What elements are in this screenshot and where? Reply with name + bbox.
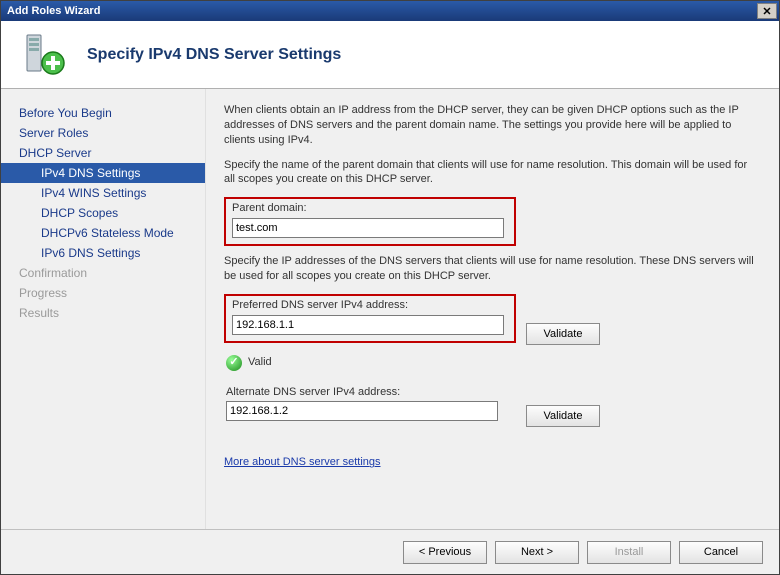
preferred-dns-label: Preferred DNS server IPv4 address: <box>232 298 508 313</box>
window-title: Add Roles Wizard <box>7 5 100 17</box>
validate-alternate-button[interactable]: Validate <box>526 405 600 427</box>
content-pane: When clients obtain an IP address from t… <box>206 89 779 529</box>
parent-domain-label: Parent domain: <box>232 201 508 216</box>
nav-item-ipv6-dns-settings[interactable]: IPv6 DNS Settings <box>1 243 205 263</box>
preferred-dns-group: Preferred DNS server IPv4 address: <box>224 294 516 343</box>
dns-paragraph: Specify the IP addresses of the DNS serv… <box>224 254 761 284</box>
server-icon <box>21 31 69 79</box>
validate-preferred-button[interactable]: Validate <box>526 323 600 345</box>
alternate-dns-label: Alternate DNS server IPv4 address: <box>226 385 510 400</box>
sidebar-nav: Before You BeginServer RolesDHCP ServerI… <box>1 89 206 529</box>
footer-buttons: < Previous Next > Install Cancel <box>1 529 779 574</box>
intro-paragraph-1: When clients obtain an IP address from t… <box>224 103 761 148</box>
alternate-dns-group: Alternate DNS server IPv4 address: <box>224 383 516 428</box>
alternate-dns-input[interactable] <box>226 401 498 421</box>
cancel-button[interactable]: Cancel <box>679 541 763 564</box>
header: Specify IPv4 DNS Server Settings <box>1 21 779 89</box>
close-icon[interactable]: ✕ <box>757 3 777 19</box>
nav-item-server-roles[interactable]: Server Roles <box>1 123 205 143</box>
preferred-dns-input[interactable] <box>232 315 504 335</box>
validation-status: ✓ Valid <box>226 355 761 371</box>
nav-item-results: Results <box>1 303 205 323</box>
nav-item-ipv4-wins-settings[interactable]: IPv4 WINS Settings <box>1 183 205 203</box>
nav-item-ipv4-dns-settings[interactable]: IPv4 DNS Settings <box>1 163 205 183</box>
more-info-link[interactable]: More about DNS server settings <box>224 455 381 470</box>
nav-item-dhcp-scopes[interactable]: DHCP Scopes <box>1 203 205 223</box>
next-button[interactable]: Next > <box>495 541 579 564</box>
page-title: Specify IPv4 DNS Server Settings <box>87 46 341 64</box>
checkmark-icon: ✓ <box>226 355 242 371</box>
nav-item-dhcpv6-stateless-mode[interactable]: DHCPv6 Stateless Mode <box>1 223 205 243</box>
nav-item-progress: Progress <box>1 283 205 303</box>
nav-item-dhcp-server[interactable]: DHCP Server <box>1 143 205 163</box>
install-button[interactable]: Install <box>587 541 671 564</box>
previous-button[interactable]: < Previous <box>403 541 487 564</box>
nav-item-confirmation: Confirmation <box>1 263 205 283</box>
titlebar: Add Roles Wizard ✕ <box>1 1 779 21</box>
intro-paragraph-2: Specify the name of the parent domain th… <box>224 158 761 188</box>
parent-domain-input[interactable] <box>232 218 504 238</box>
nav-item-before-you-begin[interactable]: Before You Begin <box>1 103 205 123</box>
valid-status-text: Valid <box>248 355 272 370</box>
parent-domain-group: Parent domain: <box>224 197 516 246</box>
